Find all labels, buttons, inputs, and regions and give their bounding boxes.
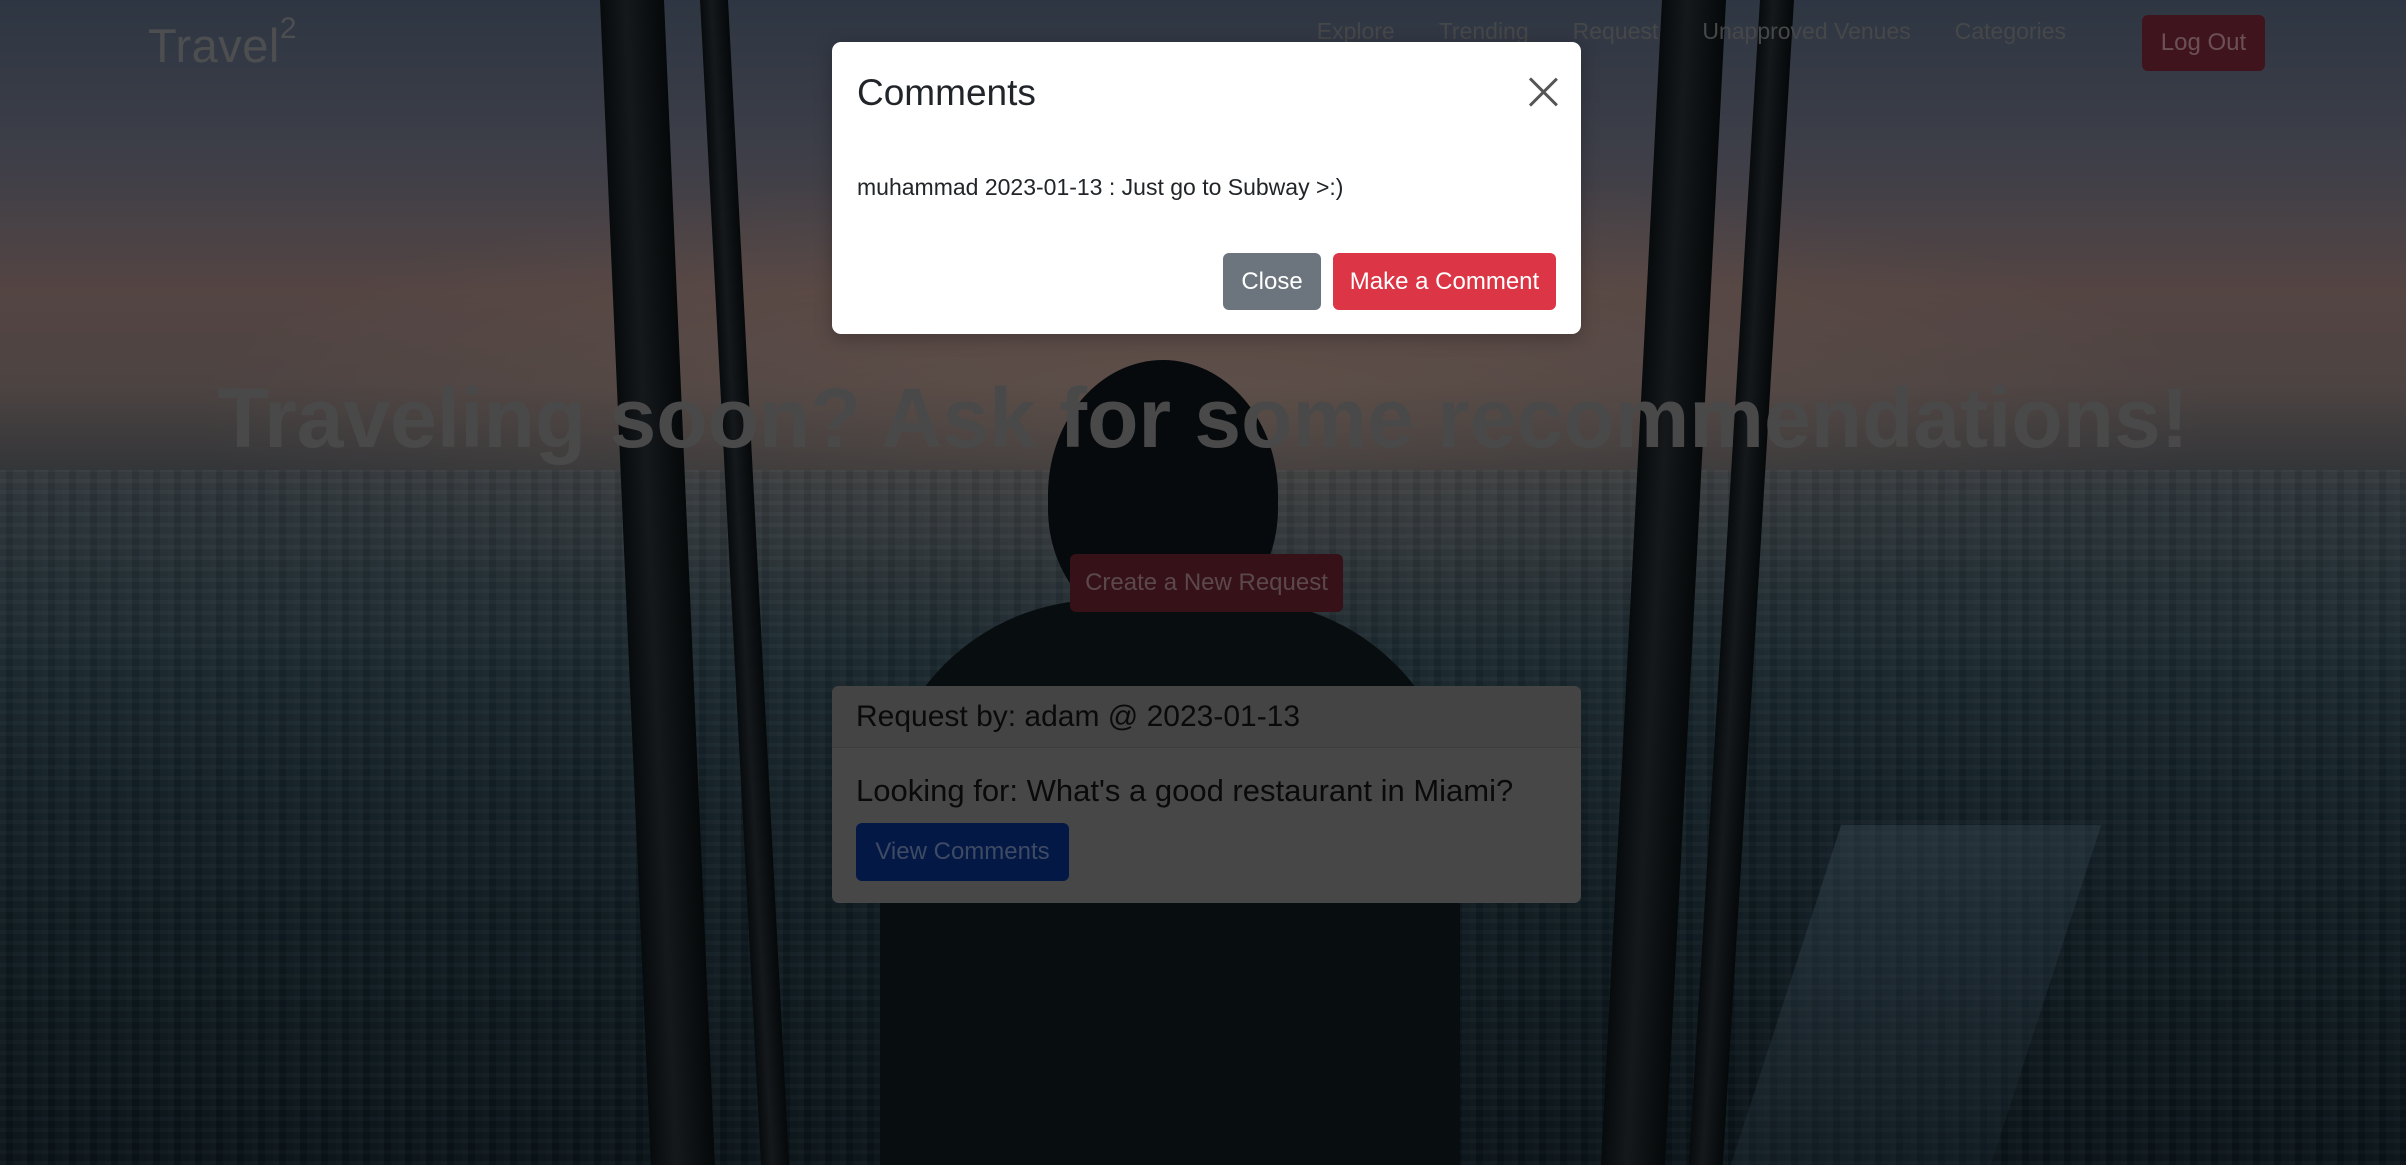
comments-modal: Comments muhammad 2023-01-13 : Just go t… <box>832 42 1581 334</box>
close-button[interactable]: Close <box>1223 253 1321 310</box>
make-comment-button[interactable]: Make a Comment <box>1333 253 1556 310</box>
close-icon[interactable] <box>1527 76 1559 108</box>
comment-item: muhammad 2023-01-13 : Just go to Subway … <box>857 174 1344 200</box>
modal-title: Comments <box>857 72 1036 113</box>
